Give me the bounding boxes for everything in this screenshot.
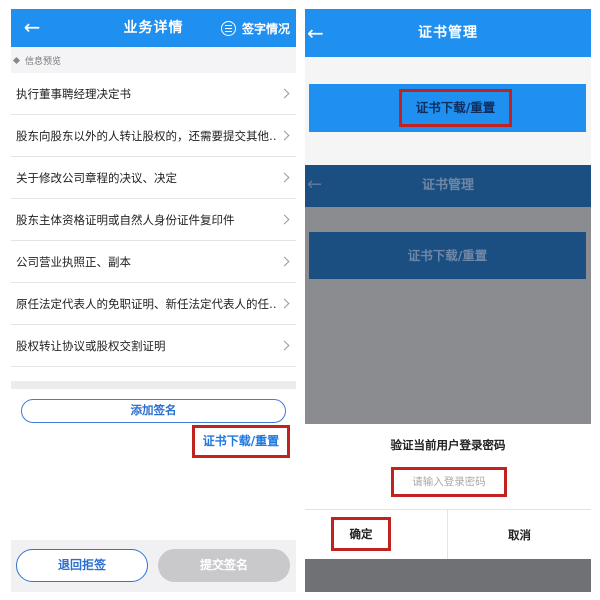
list-item[interactable]: 原任法定代表人的免职证明、新任法定代表人的任… — [11, 283, 296, 325]
list-item-label: 原任法定代表人的免职证明、新任法定代表人的任… — [16, 296, 277, 311]
sign-status-label: 签字情况 — [241, 21, 290, 36]
list-item[interactable]: 股东向股东以外的人转让股权的，还需要提交其他… — [11, 115, 296, 157]
diamond-bullet-icon — [12, 56, 21, 64]
list-item-label: 公司营业执照正、副本 — [16, 254, 131, 269]
document-list: 执行董事聘经理决定书 股东向股东以外的人转让股权的，还需要提交其他… 关于修改公… — [11, 73, 296, 367]
add-signature-button[interactable]: 添加签名 — [21, 399, 286, 423]
chevron-right-icon — [279, 340, 290, 351]
list-item[interactable]: 执行董事聘经理决定书 — [11, 73, 296, 115]
chevron-right-icon — [279, 256, 290, 267]
list-item-label: 股东主体资格证明或自然人身份证件复印件 — [16, 212, 235, 227]
cancel-button[interactable]: 取消 — [448, 510, 591, 560]
left-screen-business-detail: ← 业务详情 签字情况 信息预览 执行董事聘经理决定书 股东向股东以外的人转让股… — [11, 9, 296, 592]
dialog-actions: 确定 取消 — [305, 509, 591, 560]
cert-download-reset-button[interactable]: 证书下载/重置 — [309, 84, 586, 132]
chevron-right-icon — [279, 172, 290, 183]
list-item[interactable]: 股权转让协议或股权交割证明 — [11, 325, 296, 367]
overlay-bottom — [305, 559, 591, 592]
dimmed-cert-button: 证书下载/重置 — [309, 232, 586, 279]
sign-status-button[interactable]: 签字情况 — [220, 9, 290, 47]
list-item-label: 关于修改公司章程的决议、决定 — [16, 170, 177, 185]
confirm-button[interactable]: 确定 — [331, 517, 391, 551]
chevron-right-icon — [279, 130, 290, 141]
list-circle-icon — [220, 20, 236, 36]
chevron-right-icon — [279, 214, 290, 225]
password-dialog: 验证当前用户登录密码 请输入登录密码 确定 取消 — [305, 424, 591, 560]
list-item[interactable]: 股东主体资格证明或自然人身份证件复印件 — [11, 199, 296, 241]
list-item[interactable]: 关于修改公司章程的决议、决定 — [11, 157, 296, 199]
section-header: 信息预览 — [11, 47, 296, 73]
bottom-action-bar: 退回拒签 提交签名 — [11, 540, 296, 592]
top-bar: ← 证书管理 — [305, 9, 591, 57]
cert-download-reset-label: 证书下载/重置 — [399, 89, 512, 127]
top-bar: ← 业务详情 签字情况 — [11, 9, 296, 47]
list-item[interactable]: 公司营业执照正、副本 — [11, 241, 296, 283]
list-item-label: 股权转让协议或股权交割证明 — [16, 338, 166, 353]
list-item-label: 股东向股东以外的人转让股权的，还需要提交其他… — [16, 128, 277, 143]
cert-download-reset-link[interactable]: 证书下载/重置 — [192, 425, 290, 458]
submit-signature-button[interactable]: 提交签名 — [158, 549, 290, 582]
section-label: 信息预览 — [25, 56, 62, 67]
chevron-right-icon — [279, 298, 290, 309]
list-item-label: 执行董事聘经理决定书 — [16, 86, 131, 101]
dialog-title: 验证当前用户登录密码 — [390, 438, 506, 452]
dimmed-top-bar: ← 证书管理 — [305, 165, 591, 207]
chevron-right-icon — [279, 88, 290, 99]
divider — [11, 381, 296, 389]
password-input[interactable]: 请输入登录密码 — [391, 467, 507, 497]
dimmed-page-title: 证书管理 — [421, 178, 474, 193]
page-title: 证书管理 — [418, 25, 478, 41]
right-screen-cert-management: ← 证书管理 证书下载/重置 ← 证书管理 证书下载/重置 验证当前用户登录密码… — [305, 9, 591, 592]
reject-button[interactable]: 退回拒签 — [16, 549, 148, 582]
